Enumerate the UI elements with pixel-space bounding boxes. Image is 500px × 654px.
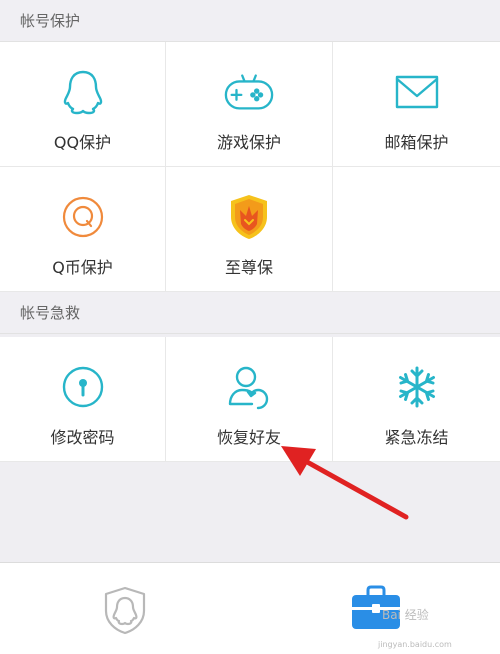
section-title: 帐号急救: [20, 304, 81, 322]
penguin-shield-icon: [104, 586, 146, 635]
restore-friends-item[interactable]: 恢复好友: [166, 337, 333, 462]
section-header-account-rescue: 帐号急救: [0, 292, 500, 334]
penguin-icon: [57, 68, 109, 116]
rescue-grid: 修改密码 恢复好友 紧急冻结: [0, 337, 500, 462]
item-label: 游戏保护: [216, 133, 281, 152]
premium-shield-icon: [223, 193, 275, 241]
emergency-freeze-item[interactable]: 紧急冻结: [333, 337, 500, 462]
watermark: Bai 经验: [382, 608, 429, 622]
snowflake-icon: [391, 363, 443, 411]
section-header-account-protection: 帐号保护: [0, 0, 500, 42]
game-protection-item[interactable]: 游戏保护: [166, 42, 333, 167]
keyhole-icon: [57, 363, 109, 411]
mail-icon: [391, 68, 443, 116]
item-label: QQ保护: [53, 133, 112, 152]
mail-protection-item[interactable]: 邮箱保护: [333, 42, 500, 167]
section-title: 帐号保护: [20, 12, 81, 30]
item-label: 至尊保: [224, 258, 273, 277]
restore-friend-icon: [223, 363, 275, 411]
watermark-url: jingyan.baidu.com: [378, 640, 452, 649]
item-label: Q币保护: [52, 258, 113, 277]
premium-protection-item[interactable]: 至尊保: [166, 167, 333, 292]
gamepad-icon: [223, 68, 275, 116]
empty-cell: [333, 167, 500, 292]
q-coin-protection-item[interactable]: Q币保护: [0, 167, 166, 292]
protection-grid: QQ保护 游戏保护 邮箱保护 Q币保护 至尊保: [0, 42, 500, 292]
item-label: 恢复好友: [216, 428, 281, 447]
tab-protection[interactable]: [100, 585, 150, 635]
change-password-item[interactable]: 修改密码: [0, 337, 166, 462]
item-label: 邮箱保护: [384, 133, 449, 152]
q-coin-icon: [57, 193, 109, 241]
item-label: 修改密码: [50, 428, 115, 447]
item-label: 紧急冻结: [384, 428, 449, 447]
qq-protection-item[interactable]: QQ保护: [0, 42, 166, 167]
